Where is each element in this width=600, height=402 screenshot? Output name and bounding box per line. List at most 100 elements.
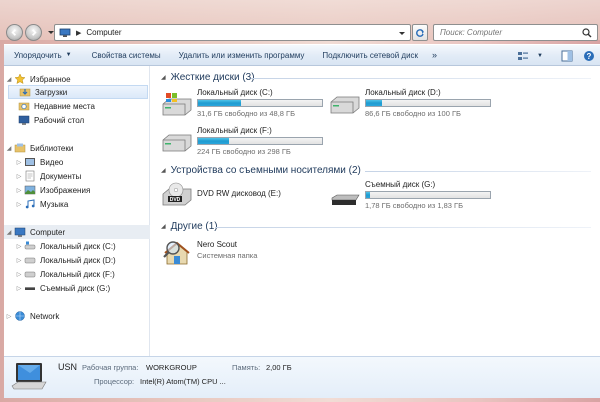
drive-name: Локальный диск (D:): [365, 88, 441, 97]
organize-button[interactable]: Упорядочить ▼: [4, 44, 78, 66]
removable-drive-icon: [331, 194, 360, 205]
explorer-frame: ◢ Избранное Загрузки Недавние места Рабо…: [4, 66, 600, 356]
video-library-icon: [24, 156, 36, 168]
search-box[interactable]: [433, 24, 598, 41]
drive-tile-c[interactable]: Локальный диск (C:) 31,6 ГБ свободно из …: [161, 88, 351, 128]
sidebar-item-label: Видео: [40, 157, 64, 167]
collapse-arrow-icon[interactable]: ◢: [4, 145, 14, 152]
change-view-button[interactable]: [512, 45, 534, 67]
refresh-button[interactable]: [412, 24, 428, 41]
sidebar-item-network[interactable]: ▷ Network: [4, 309, 150, 323]
drive-usage-fill: [198, 100, 242, 106]
collapse-arrow-icon[interactable]: ◢: [161, 167, 166, 174]
collapse-arrow-icon[interactable]: ◢: [161, 74, 166, 81]
help-button[interactable]: ?: [578, 45, 600, 67]
chevron-down-icon: ▼: [537, 53, 543, 59]
system-properties-button[interactable]: Свойства системы: [78, 44, 167, 66]
nero-scout-item[interactable]: Nero Scout Системная папка: [161, 238, 301, 268]
collapse-arrow-icon[interactable]: ◢: [4, 229, 14, 236]
drive-tile-g[interactable]: Съемный диск (G:) 1,78 ГБ свободно из 1,…: [329, 180, 519, 220]
group-header-other[interactable]: ◢ Другие (1): [161, 220, 218, 232]
sidebar-item-recent-places[interactable]: Недавние места: [8, 99, 154, 113]
sidebar-item-disk-g[interactable]: ▷ Съемный диск (G:): [14, 281, 160, 295]
details-pane: USN Рабочая группа: WORKGROUP Память: 2,…: [4, 356, 600, 398]
drive-tile-f[interactable]: Локальный диск (F:) 224 ГБ свободно из 2…: [161, 126, 351, 166]
search-input[interactable]: [434, 25, 574, 40]
group-header-removable[interactable]: ◢ Устройства со съемными носителями (2): [161, 164, 361, 176]
forward-button[interactable]: [25, 24, 42, 41]
search-icon[interactable]: [582, 28, 592, 38]
content-pane[interactable]: ◢ Жесткие диски (3) Локальный диск (C:) …: [151, 66, 600, 356]
drive-usage-fill: [366, 100, 383, 106]
sidebar-item-video[interactable]: ▷ Видео: [14, 155, 160, 169]
collapse-arrow-icon[interactable]: ◢: [4, 76, 14, 83]
sidebar-item-images[interactable]: ▷ Изображения: [14, 183, 160, 197]
sidebar-item-label: Network: [30, 311, 60, 321]
hard-drive-icon: [330, 96, 360, 114]
drive-usage-bar: [197, 137, 323, 145]
sidebar-item-libraries[interactable]: ◢ Библиотеки: [4, 141, 150, 155]
computer-icon: [59, 28, 71, 37]
help-icon: ?: [584, 51, 594, 61]
group-header-label: Устройства со съемными носителями (2): [170, 164, 361, 176]
pictures-library-icon: [24, 184, 36, 196]
sidebar-item-disk-d[interactable]: ▷ Локальный диск (D:): [14, 253, 160, 267]
expand-arrow-icon[interactable]: ▷: [14, 159, 24, 166]
uninstall-program-label: Удалить или изменить программу: [178, 50, 305, 60]
uninstall-program-button[interactable]: Удалить или изменить программу: [167, 44, 311, 66]
drive-free-space: 1,78 ГБ свободно из 1,83 ГБ: [365, 201, 464, 210]
drive-tile-e[interactable]: DVD DVD RW дисковод (E:): [161, 180, 351, 220]
cpu-label: Процессор:: [94, 377, 135, 386]
expand-arrow-icon[interactable]: ▷: [14, 285, 24, 292]
expand-arrow-icon[interactable]: ▷: [4, 313, 14, 320]
sidebar-item-label: Изображения: [40, 185, 91, 195]
chevron-down-icon[interactable]: [398, 29, 406, 37]
expand-arrow-icon[interactable]: ▷: [14, 201, 24, 208]
star-icon: [14, 73, 26, 85]
memory-value: 2,00 ГБ: [266, 363, 292, 372]
sidebar-item-downloads[interactable]: Загрузки: [8, 85, 148, 99]
downloads-folder-icon: [19, 86, 31, 98]
map-network-drive-button[interactable]: Подключить сетевой диск: [310, 44, 424, 66]
sidebar-item-label: Съемный диск (G:): [40, 283, 111, 293]
windows-drive-icon: [24, 240, 36, 252]
sidebar-item-music[interactable]: ▷ Музыка: [14, 197, 160, 211]
breadcrumb-separator[interactable]: ▶: [76, 29, 81, 37]
group-header-hard-drives[interactable]: ◢ Жесткие диски (3): [161, 71, 255, 83]
expand-arrow-icon[interactable]: ▷: [14, 271, 24, 278]
navigation-pane[interactable]: ◢ Избранное Загрузки Недавние места Рабо…: [4, 66, 150, 356]
drive-usage-fill: [198, 138, 229, 144]
preview-pane-icon: [561, 50, 573, 62]
preview-pane-button[interactable]: [556, 45, 578, 67]
sidebar-item-label: Библиотеки: [30, 143, 74, 153]
more-commands-button[interactable]: »: [424, 44, 443, 66]
sidebar-item-favorites[interactable]: ◢ Избранное: [4, 72, 150, 86]
drive-tile-d[interactable]: Локальный диск (D:) 86,6 ГБ свободно из …: [329, 88, 519, 128]
chevron-down-icon: ▼: [65, 52, 72, 58]
address-bar[interactable]: ▶ Computer: [54, 24, 411, 41]
sidebar-item-desktop[interactable]: Рабочий стол: [8, 113, 154, 127]
sidebar-item-disk-f[interactable]: ▷ Локальный диск (F:): [14, 267, 160, 281]
collapse-arrow-icon[interactable]: ◢: [161, 223, 166, 230]
hard-drive-icon: [24, 268, 36, 280]
sidebar-item-computer[interactable]: ◢ Computer: [4, 225, 150, 239]
computer-name: USN: [58, 362, 78, 372]
view-dropdown-button[interactable]: ▼: [534, 45, 546, 67]
breadcrumb[interactable]: Computer: [86, 28, 121, 37]
svg-text:?: ?: [587, 52, 592, 61]
expand-arrow-icon[interactable]: ▷: [14, 173, 24, 180]
expand-arrow-icon[interactable]: ▷: [14, 243, 24, 250]
more-commands-label: »: [432, 50, 438, 60]
sidebar-item-documents[interactable]: ▷ Документы: [14, 169, 160, 183]
drive-free-space: 224 ГБ свободно из 298 ГБ: [197, 147, 291, 156]
drive-usage-bar: [365, 191, 491, 199]
computer-icon: [11, 363, 47, 390]
expand-arrow-icon[interactable]: ▷: [14, 257, 24, 264]
svg-text:DVD: DVD: [170, 197, 181, 203]
sidebar-item-disk-c[interactable]: ▷ Локальный диск (C:): [14, 239, 160, 253]
expand-arrow-icon[interactable]: ▷: [14, 187, 24, 194]
desktop-icon: [18, 114, 30, 126]
sidebar-item-label: Локальный диск (C:): [40, 241, 116, 251]
back-button[interactable]: [6, 24, 23, 41]
music-library-icon: [24, 198, 36, 210]
